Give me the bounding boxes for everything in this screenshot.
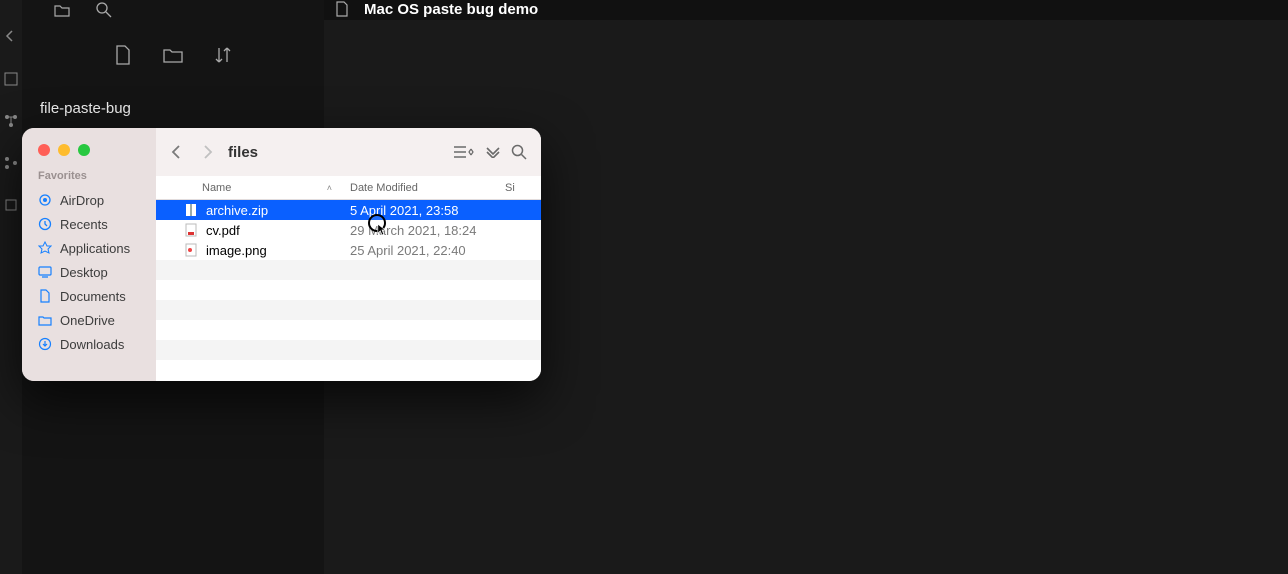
sidebar-item-label: Applications [60,241,130,256]
sidebar-item-label: Downloads [60,337,124,352]
file-row[interactable]: cv.pdf 29 March 2021, 18:24 [156,220,541,240]
column-header-date[interactable]: Date Modified [340,182,505,194]
zoom-button[interactable] [78,144,90,156]
zip-file-icon [184,203,198,217]
folder-icon [38,313,52,327]
file-date: 5 April 2021, 23:58 [340,203,505,218]
sort-icon[interactable] [212,44,234,66]
new-file-icon[interactable] [112,44,134,66]
finder-toolbar: files [156,128,541,176]
forward-button[interactable] [202,144,214,160]
finder-main: files Name ˄ Date Modified Si archive.zi… [156,128,541,381]
column-header-size[interactable]: Si [505,182,541,194]
file-row[interactable]: image.png 25 April 2021, 22:40 [156,240,541,260]
documents-icon [38,289,52,303]
collapse-icon[interactable] [4,30,18,44]
apps-icon [38,241,52,255]
clock-icon [38,217,52,231]
view-mode-button[interactable] [453,145,475,159]
sidebar-item-desktop[interactable]: Desktop [38,260,156,284]
sidebar-item-label: Recents [60,217,108,232]
finder-window: Favorites AirDrop Recents Applications D… [22,128,541,381]
desktop-icon [38,265,52,279]
sidebar-item-label: AirDrop [60,193,104,208]
back-button[interactable] [170,144,182,160]
history-icon[interactable] [4,198,18,212]
column-header-name[interactable]: Name ˄ [156,182,340,194]
overflow-button[interactable] [485,146,501,158]
sidebar-item-onedrive[interactable]: OneDrive [38,308,156,332]
file-list: archive.zip 5 April 2021, 23:58 cv.pdf 2… [156,200,541,381]
new-folder-icon[interactable] [162,44,184,66]
file-row[interactable]: archive.zip 5 April 2021, 23:58 [156,200,541,220]
sidebar-item-label: Documents [60,289,126,304]
window-controls [38,144,156,156]
sort-asc-icon: ˄ [327,183,332,193]
file-name: cv.pdf [206,223,240,238]
favorites-header: Favorites [38,170,156,182]
file-date: 25 April 2021, 22:40 [340,243,505,258]
file-date: 29 March 2021, 18:24 [340,223,505,238]
tab-bar: Mac OS paste bug demo [324,0,1288,18]
folder-open-icon[interactable] [52,0,72,20]
image-file-icon [184,243,198,257]
pdf-file-icon [184,223,198,237]
airdrop-icon [38,193,52,207]
close-button[interactable] [38,144,50,156]
explorer-icon[interactable] [4,72,18,86]
sidebar-item-label: OneDrive [60,313,115,328]
finder-sidebar: Favorites AirDrop Recents Applications D… [22,128,156,381]
search-icon[interactable] [94,0,114,20]
finder-title: files [228,144,258,161]
sidebar-item-documents[interactable]: Documents [38,284,156,308]
column-header-row: Name ˄ Date Modified Si [156,176,541,200]
file-name: image.png [206,243,267,258]
repo-name: file-paste-bug [22,100,324,117]
markdown-file-icon [334,1,350,17]
search-button[interactable] [511,144,527,160]
branch-icon[interactable] [4,156,18,170]
empty-rows [156,260,541,381]
sidebar-item-label: Desktop [60,265,108,280]
tab-title[interactable]: Mac OS paste bug demo [364,1,538,18]
sidebar-item-downloads[interactable]: Downloads [38,332,156,356]
activity-bar [0,0,22,574]
sidebar-item-applications[interactable]: Applications [38,236,156,260]
minimize-button[interactable] [58,144,70,156]
graph-icon[interactable] [4,114,18,128]
downloads-icon [38,337,52,351]
sidebar-item-airdrop[interactable]: AirDrop [38,188,156,212]
file-name: archive.zip [206,203,268,218]
sidebar-item-recents[interactable]: Recents [38,212,156,236]
